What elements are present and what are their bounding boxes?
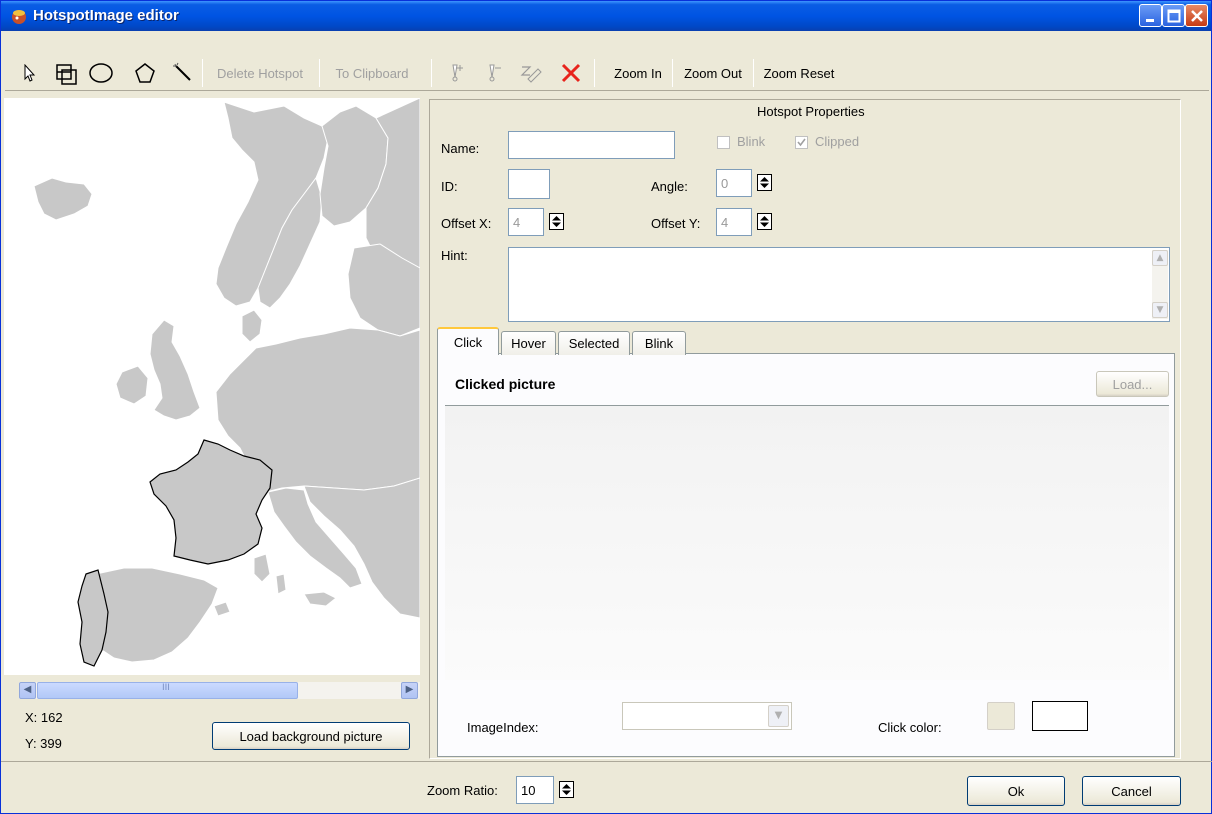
angle-spinner-icon[interactable]: [757, 174, 772, 191]
offset-x-input[interactable]: 4: [508, 208, 544, 236]
rectangle-tool-icon[interactable]: [52, 58, 80, 88]
tab-selected[interactable]: Selected: [558, 331, 630, 355]
app-icon: [10, 7, 28, 25]
spain-shape[interactable]: [95, 567, 219, 663]
click-color-picker-button[interactable]: [987, 702, 1015, 730]
pointer-tool-icon[interactable]: [18, 58, 42, 88]
scroll-up-icon[interactable]: ▲: [1152, 250, 1168, 266]
to-clipboard-button[interactable]: To Clipboard: [325, 58, 419, 88]
hint-label: Hint:: [441, 248, 468, 263]
hotspot-editor-window: HotspotImage editor Delete Hotspot To Cl…: [0, 0, 1212, 814]
toolbar-separator: [431, 59, 432, 87]
offset-x-spinner-icon[interactable]: [549, 213, 564, 230]
zoom-ratio-input[interactable]: 10: [516, 776, 554, 804]
france-shape[interactable]: [149, 439, 273, 565]
title-bar[interactable]: HotspotImage editor: [1, 1, 1211, 31]
clicked-picture-preview: [445, 405, 1169, 680]
delete-icon[interactable]: [558, 58, 584, 88]
ok-button[interactable]: Ok: [967, 776, 1065, 806]
zoom-ratio-spinner-icon[interactable]: [559, 781, 574, 798]
clipped-label: Clipped: [815, 134, 860, 149]
scroll-left-icon[interactable]: ◀: [19, 682, 36, 699]
zoom-out-button[interactable]: Zoom Out: [674, 58, 752, 88]
hint-textarea[interactable]: [508, 247, 1170, 322]
toolbar-separator: [319, 59, 320, 87]
magic-wand-icon[interactable]: [171, 58, 195, 88]
europe-map-image[interactable]: [4, 98, 420, 675]
offset-y-input[interactable]: 4: [716, 208, 752, 236]
name-label: Name:: [441, 141, 480, 156]
footer-divider: [1, 761, 1212, 762]
sicily-shape[interactable]: [303, 591, 337, 607]
image-index-select[interactable]: [622, 702, 792, 730]
sardinia-shape[interactable]: [253, 553, 271, 583]
zoom-in-button[interactable]: Zoom In: [605, 58, 671, 88]
image-index-label: ImageIndex:: [467, 720, 539, 735]
properties-header: Hotspot Properties: [757, 104, 865, 119]
ellipse-tool-icon[interactable]: [87, 58, 115, 88]
cancel-button[interactable]: Cancel: [1082, 776, 1181, 806]
load-background-button[interactable]: Load background picture: [212, 722, 410, 750]
scroll-thumb[interactable]: III: [37, 682, 298, 699]
great-britain-shape[interactable]: [149, 319, 201, 421]
clipped-checkbox[interactable]: [795, 136, 808, 149]
hint-scrollbar[interactable]: ▲ ▼: [1152, 250, 1168, 319]
offset-x-label: Offset X:: [441, 216, 492, 231]
tab-click[interactable]: Click: [437, 327, 499, 355]
iceland-shape[interactable]: [33, 177, 93, 221]
edit-points-icon[interactable]: [517, 58, 545, 88]
angle-label: Angle:: [651, 179, 688, 194]
tab-blink[interactable]: Blink: [632, 331, 686, 355]
tab-hover[interactable]: Hover: [501, 331, 556, 355]
blink-label: Blink: [737, 134, 766, 149]
maximize-button[interactable]: [1162, 4, 1185, 27]
scroll-right-icon[interactable]: ▶: [401, 682, 418, 699]
id-label: ID:: [441, 179, 458, 194]
offset-y-label: Offset Y:: [651, 216, 701, 231]
close-button[interactable]: [1185, 4, 1208, 27]
name-input[interactable]: [508, 131, 675, 159]
toolbar-separator: [753, 59, 754, 87]
scroll-grip: III: [162, 683, 170, 693]
cursor-y-readout: Y: 399: [25, 736, 62, 751]
toolbar-separator: [672, 59, 673, 87]
click-color-swatch[interactable]: [1032, 701, 1088, 731]
clicked-picture-title: Clicked picture: [455, 376, 556, 392]
id-input[interactable]: [508, 169, 550, 199]
offset-y-spinner-icon[interactable]: [757, 213, 772, 230]
denmark-shape[interactable]: [241, 309, 263, 343]
corsica-shape[interactable]: [275, 573, 287, 595]
polygon-tool-icon[interactable]: [131, 58, 159, 88]
cursor-x-readout: X: 162: [25, 710, 63, 725]
ireland-shape[interactable]: [115, 365, 149, 405]
window-title: HotspotImage editor: [33, 7, 179, 24]
click-color-label: Click color:: [878, 720, 942, 735]
load-picture-button[interactable]: Load...: [1096, 371, 1169, 397]
zoom-reset-button[interactable]: Zoom Reset: [755, 58, 843, 88]
scroll-down-icon[interactable]: ▼: [1152, 302, 1168, 318]
minimize-button[interactable]: [1139, 4, 1162, 27]
zoom-ratio-label: Zoom Ratio:: [427, 783, 498, 798]
balearic-shape[interactable]: [213, 601, 231, 617]
chevron-down-icon[interactable]: ▼: [768, 705, 789, 727]
toolbar-separator: [594, 59, 595, 87]
toolbar-separator: [202, 59, 203, 87]
map-canvas[interactable]: [4, 98, 420, 675]
blink-checkbox[interactable]: [717, 136, 730, 149]
remove-point-icon[interactable]: [481, 58, 505, 88]
add-point-icon[interactable]: [444, 58, 468, 88]
angle-input[interactable]: 0: [716, 169, 752, 197]
delete-hotspot-button[interactable]: Delete Hotspot: [207, 58, 313, 88]
